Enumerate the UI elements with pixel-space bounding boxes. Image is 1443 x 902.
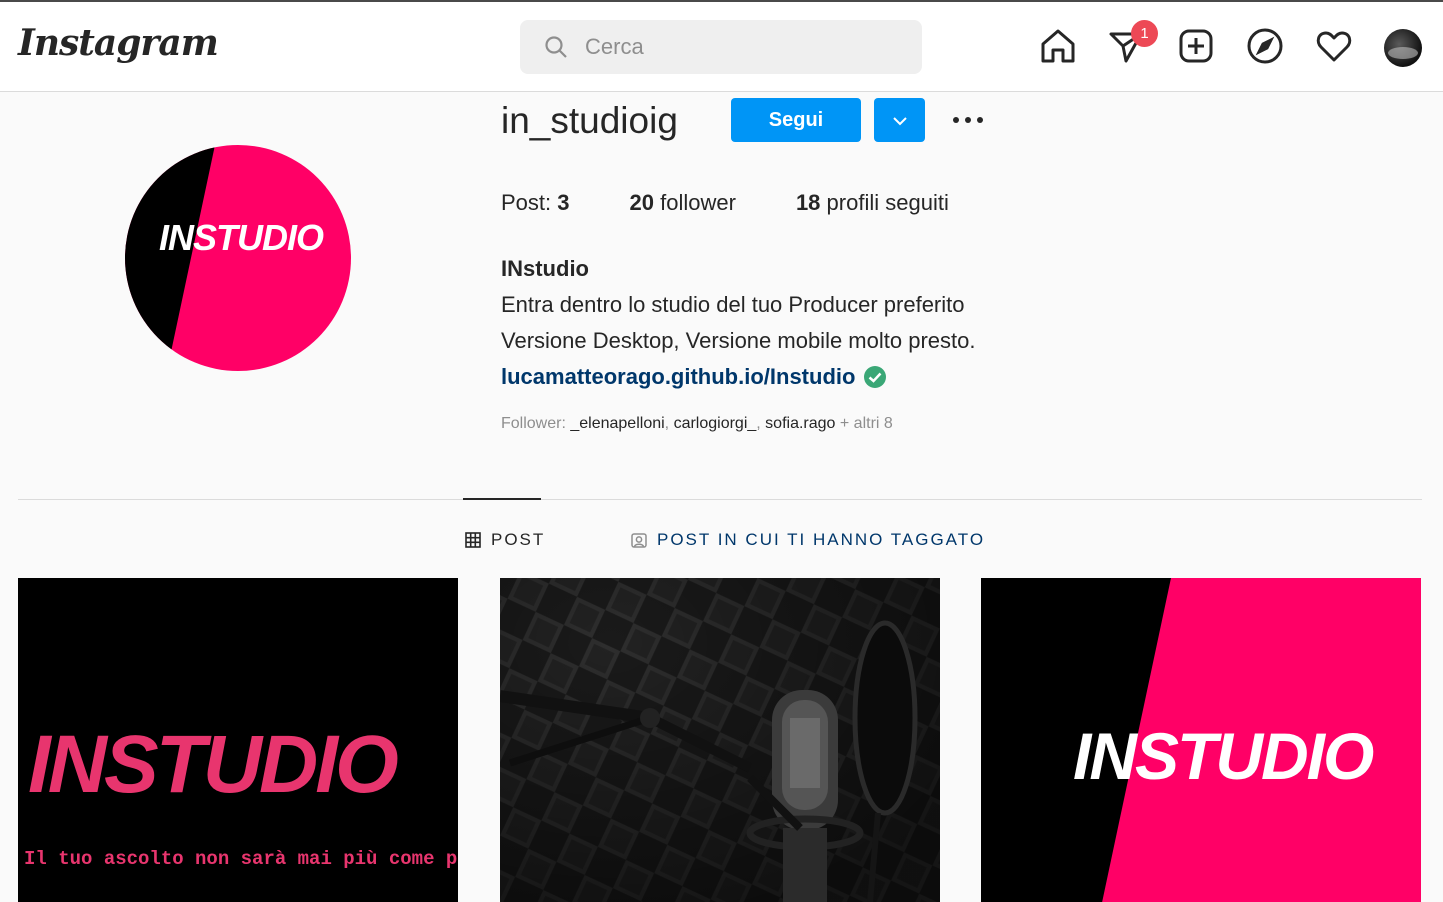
tagged-user-icon xyxy=(631,533,647,548)
profile-avatar[interactable] xyxy=(1384,29,1422,67)
tab-posts[interactable]: POST xyxy=(464,530,545,550)
search-placeholder: Cerca xyxy=(585,34,644,59)
top-navbar: Instagram Cerca 1 xyxy=(0,2,1443,92)
post-thumbnail[interactable]: INSTUDIO xyxy=(981,578,1421,902)
post-title-text: INSTUDIO xyxy=(1073,719,1374,793)
followers-label: follower xyxy=(660,190,736,215)
chevron-down-icon xyxy=(892,116,907,125)
followers-number: 20 xyxy=(629,190,654,215)
posts-label: Post: xyxy=(501,190,552,215)
followed-by-text[interactable]: Follower: _elenapelloni, carlogiorgi_, s… xyxy=(501,415,893,433)
profile-bio-line: Entra dentro lo studio del tuo Producer … xyxy=(501,292,965,317)
notification-badge: 1 xyxy=(1131,20,1158,47)
suggested-dropdown-button[interactable] xyxy=(874,98,925,142)
verified-check-icon xyxy=(864,366,887,388)
posts-count: Post: 3 xyxy=(501,190,570,216)
follow-button[interactable]: Segui xyxy=(731,98,861,142)
more-options-icon[interactable] xyxy=(950,102,986,138)
profile-picture-logo-text: INSTUDIO xyxy=(159,217,324,258)
new-post-icon[interactable] xyxy=(1176,26,1216,66)
tab-tagged[interactable]: POST IN CUI TI HANNO TAGGATO xyxy=(630,530,985,550)
followed-by-prefix: Follower: xyxy=(501,415,566,432)
followed-by-user[interactable]: _elenapelloni xyxy=(570,415,664,432)
post-caption-text: Il tuo ascolto non sarà mai più come pri xyxy=(24,848,458,870)
tab-posts-label: POST xyxy=(491,530,546,549)
explore-icon[interactable] xyxy=(1245,26,1285,66)
home-icon[interactable] xyxy=(1038,26,1078,66)
profile-website-link[interactable]: lucamatteorago.github.io/Instudio xyxy=(501,364,887,390)
post-title-text: INSTUDIO xyxy=(28,719,399,810)
following-label: profili seguiti xyxy=(826,190,949,215)
tabs-divider xyxy=(18,499,1422,500)
grid-icon xyxy=(465,532,481,548)
profile-stats: Post: 3 20 follower 18 profili seguiti xyxy=(501,190,1009,216)
followed-by-others: + altri 8 xyxy=(839,415,893,432)
search-input[interactable]: Cerca xyxy=(520,20,922,74)
post-thumbnail[interactable]: INSTUDIO Il tuo ascolto non sarà mai più… xyxy=(18,578,458,902)
instagram-logo[interactable]: Instagram xyxy=(18,22,219,64)
profile-bio-line: Versione Desktop, Versione mobile molto … xyxy=(501,328,976,353)
followed-by-user[interactable]: carlogiorgi_ xyxy=(674,415,757,432)
followers-count[interactable]: 20 follower xyxy=(630,190,736,216)
following-count[interactable]: 18 profili seguiti xyxy=(796,190,949,216)
profile-full-name: INstudio xyxy=(501,256,589,281)
active-tab-indicator xyxy=(463,498,541,500)
profile-picture[interactable]: INSTUDIO xyxy=(125,145,351,371)
followed-by-user[interactable]: sofia.rago xyxy=(765,415,835,432)
microphone-photo xyxy=(500,578,940,902)
following-number: 18 xyxy=(795,190,821,215)
activity-heart-icon[interactable] xyxy=(1314,26,1354,66)
profile-website-text: lucamatteorago.github.io/Instudio xyxy=(501,364,856,389)
tab-tagged-label: POST IN CUI TI HANNO TAGGATO xyxy=(657,530,986,549)
posts-number: 3 xyxy=(557,190,570,215)
search-icon xyxy=(545,36,567,58)
post-thumbnail[interactable] xyxy=(500,578,940,902)
profile-username: in_studioig xyxy=(501,100,678,141)
